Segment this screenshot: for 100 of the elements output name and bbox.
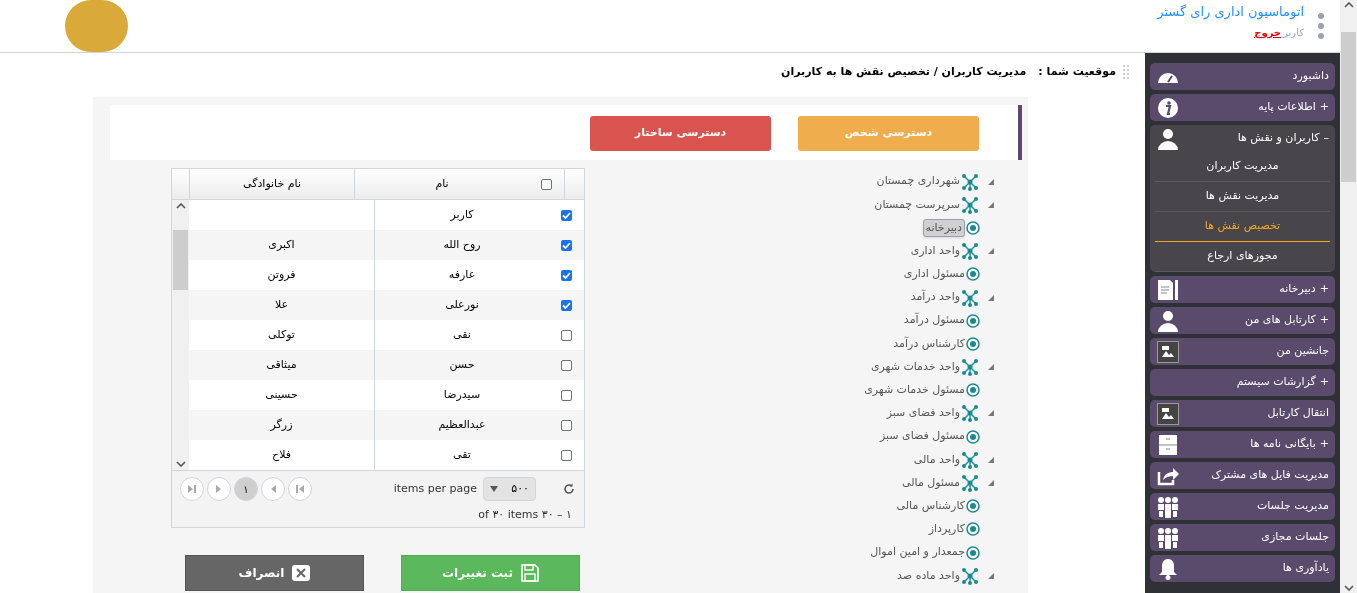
row-checkbox[interactable] xyxy=(561,449,572,461)
breadcrumb-path: مدیریت کاربران / تخصیص نقش ها به کاربران xyxy=(781,63,1027,80)
people-group-icon xyxy=(1156,526,1180,549)
tree-item[interactable]: واحد درآمد xyxy=(910,289,960,306)
refresh-icon[interactable] xyxy=(562,482,576,496)
table-cell-text: فروتن xyxy=(267,266,296,283)
page-scrollbar[interactable] xyxy=(1340,0,1357,593)
submenu-item[interactable]: مدیریت نقش ها xyxy=(1155,182,1330,212)
row-checkbox[interactable] xyxy=(561,419,572,431)
submenu-item[interactable]: مجوزهای ارجاع xyxy=(1155,242,1330,272)
tree-item[interactable]: مسئول فضای سبز xyxy=(879,428,965,445)
tree-item[interactable]: سرپرست چمستان xyxy=(874,196,960,214)
row-checkbox[interactable] xyxy=(561,329,572,341)
sidebar-item[interactable]: داشبورد xyxy=(1150,63,1335,90)
first-page-icon xyxy=(296,485,304,493)
sidebar-item[interactable]: + اطلاعات پایه xyxy=(1150,94,1335,121)
sidebar-item[interactable]: انتقال کارتابل xyxy=(1150,400,1335,427)
first-page-button[interactable] xyxy=(288,477,312,501)
tree-item[interactable]: مسئول مالی xyxy=(902,474,960,492)
tree-item[interactable]: واحد خدمات شهری xyxy=(870,358,960,376)
table-cell-text: میثاقی xyxy=(266,356,297,373)
tree-item[interactable]: واحد ماده صد xyxy=(897,567,960,585)
tree-item[interactable]: واحد مالی xyxy=(913,451,960,469)
tree-item[interactable]: مسئول درآمد xyxy=(903,312,965,329)
tree-item[interactable]: شهرداری چمستان xyxy=(876,173,960,190)
sidebar-item[interactable]: + بایگانی نامه ها xyxy=(1150,431,1335,458)
sidebar-item[interactable]: مدیریت جلسات xyxy=(1150,493,1335,520)
row-checkbox[interactable] xyxy=(561,359,572,371)
network-node-icon xyxy=(961,195,979,214)
drag-handle-icon xyxy=(1122,64,1132,80)
previous-page-button[interactable] xyxy=(261,477,285,501)
column-header[interactable]: نام xyxy=(354,169,529,199)
logout-link[interactable]: خروج xyxy=(1254,24,1282,40)
tree-item[interactable]: کارپرداز xyxy=(928,521,965,538)
row-checkbox[interactable] xyxy=(561,209,572,221)
row-checkbox[interactable] xyxy=(561,299,572,311)
radio-dot-icon xyxy=(966,499,980,514)
radio-dot-icon xyxy=(966,220,980,235)
scroll-down-icon[interactable] xyxy=(1343,585,1354,591)
row-checkbox[interactable] xyxy=(561,239,572,251)
table-cell-text: عارفه xyxy=(448,266,476,283)
scroll-up-icon[interactable] xyxy=(175,203,186,209)
network-node-icon xyxy=(961,404,979,423)
sidebar-item[interactable]: جلسات مجازی xyxy=(1150,524,1335,551)
select-all-checkbox[interactable] xyxy=(541,178,552,190)
scroll-down-icon[interactable] xyxy=(175,461,186,467)
scroll-thumb[interactable] xyxy=(1341,31,1356,182)
network-node-icon xyxy=(961,242,979,261)
row-checkbox[interactable] xyxy=(561,269,572,281)
network-node-icon xyxy=(961,172,979,191)
share-arrow-icon xyxy=(1156,465,1180,486)
info-icon xyxy=(1156,96,1180,119)
next-page-icon xyxy=(216,485,222,493)
cancel-button[interactable]: انصراف xyxy=(185,555,364,591)
table-cell-text: حسینی xyxy=(265,386,298,403)
last-page-button[interactable] xyxy=(180,477,204,501)
tree-item[interactable]: جمعدار و امین اموال xyxy=(870,544,965,561)
table-cell-text: توکلی xyxy=(268,326,295,343)
sidebar-item[interactable]: یادآوری ها xyxy=(1150,555,1335,582)
next-page-button[interactable] xyxy=(207,477,231,501)
grid-scrollbar[interactable] xyxy=(172,200,189,470)
tree-item[interactable]: مسئول اداری xyxy=(903,266,965,283)
document-pen-icon xyxy=(1156,278,1180,301)
radio-dot-icon xyxy=(966,383,980,398)
tree-item[interactable]: واحد اداری xyxy=(910,242,960,260)
row-checkbox[interactable] xyxy=(561,389,572,401)
table-cell-text: روح الله xyxy=(443,236,481,253)
sidebar-item[interactable]: + دبیرخانه xyxy=(1150,276,1335,303)
user-icon xyxy=(1156,127,1180,150)
tab-button[interactable]: دسترسی ساختار xyxy=(590,116,771,151)
sidebar-item[interactable]: مدیریت فایل های مشترک xyxy=(1150,462,1335,489)
tree-item[interactable]: مسئول خدمات شهری xyxy=(864,382,965,399)
file-cabinet-icon xyxy=(1156,433,1180,456)
scroll-up-icon[interactable] xyxy=(1343,2,1354,8)
sidebar-item[interactable]: جانشین من xyxy=(1150,338,1335,365)
column-header[interactable]: نام خانوادگی xyxy=(189,169,354,199)
table-cell-text: زرگر xyxy=(270,416,293,433)
table-cell-text: کاربر xyxy=(450,206,474,223)
radio-dot-icon xyxy=(966,267,980,282)
sidebar-item[interactable]: + کارتابل های من xyxy=(1150,307,1335,334)
kebab-menu-icon[interactable] xyxy=(1318,13,1324,39)
network-node-icon xyxy=(961,474,979,493)
tree-item[interactable]: دبیرخانه xyxy=(922,218,965,238)
submenu-item[interactable]: مدیریت کاربران xyxy=(1155,152,1330,182)
table-cell-text: سیدرضا xyxy=(443,386,481,403)
tree-item[interactable]: کارشناس درآمد xyxy=(893,335,965,353)
sidebar-item[interactable]: + گزارشات سیستم xyxy=(1150,369,1335,396)
network-node-icon xyxy=(961,358,979,377)
photo-placeholder xyxy=(65,0,128,52)
radio-dot-icon xyxy=(966,522,980,537)
page-size-dropdown[interactable]: ۵۰۰ xyxy=(483,477,536,501)
tree-item[interactable]: واحد فضای سبز xyxy=(886,405,960,422)
breadcrumb-label: موقعیت شما : xyxy=(1038,63,1116,80)
scroll-thumb[interactable] xyxy=(173,230,188,290)
table-cell-text: عبدالعظیم xyxy=(438,416,486,433)
tree-item[interactable]: کارشناس مالی xyxy=(896,497,965,515)
sidebar-item[interactable]: – کاربران و نقش ها مدیریت کاربران مدیریت نقش ها تخصیص نقش ها مجوزهای ارجاع xyxy=(1150,125,1335,272)
submenu-item[interactable]: تخصیص نقش ها xyxy=(1155,212,1330,242)
people-group-icon xyxy=(1156,495,1180,518)
page-button[interactable]: ۱ xyxy=(234,477,258,501)
